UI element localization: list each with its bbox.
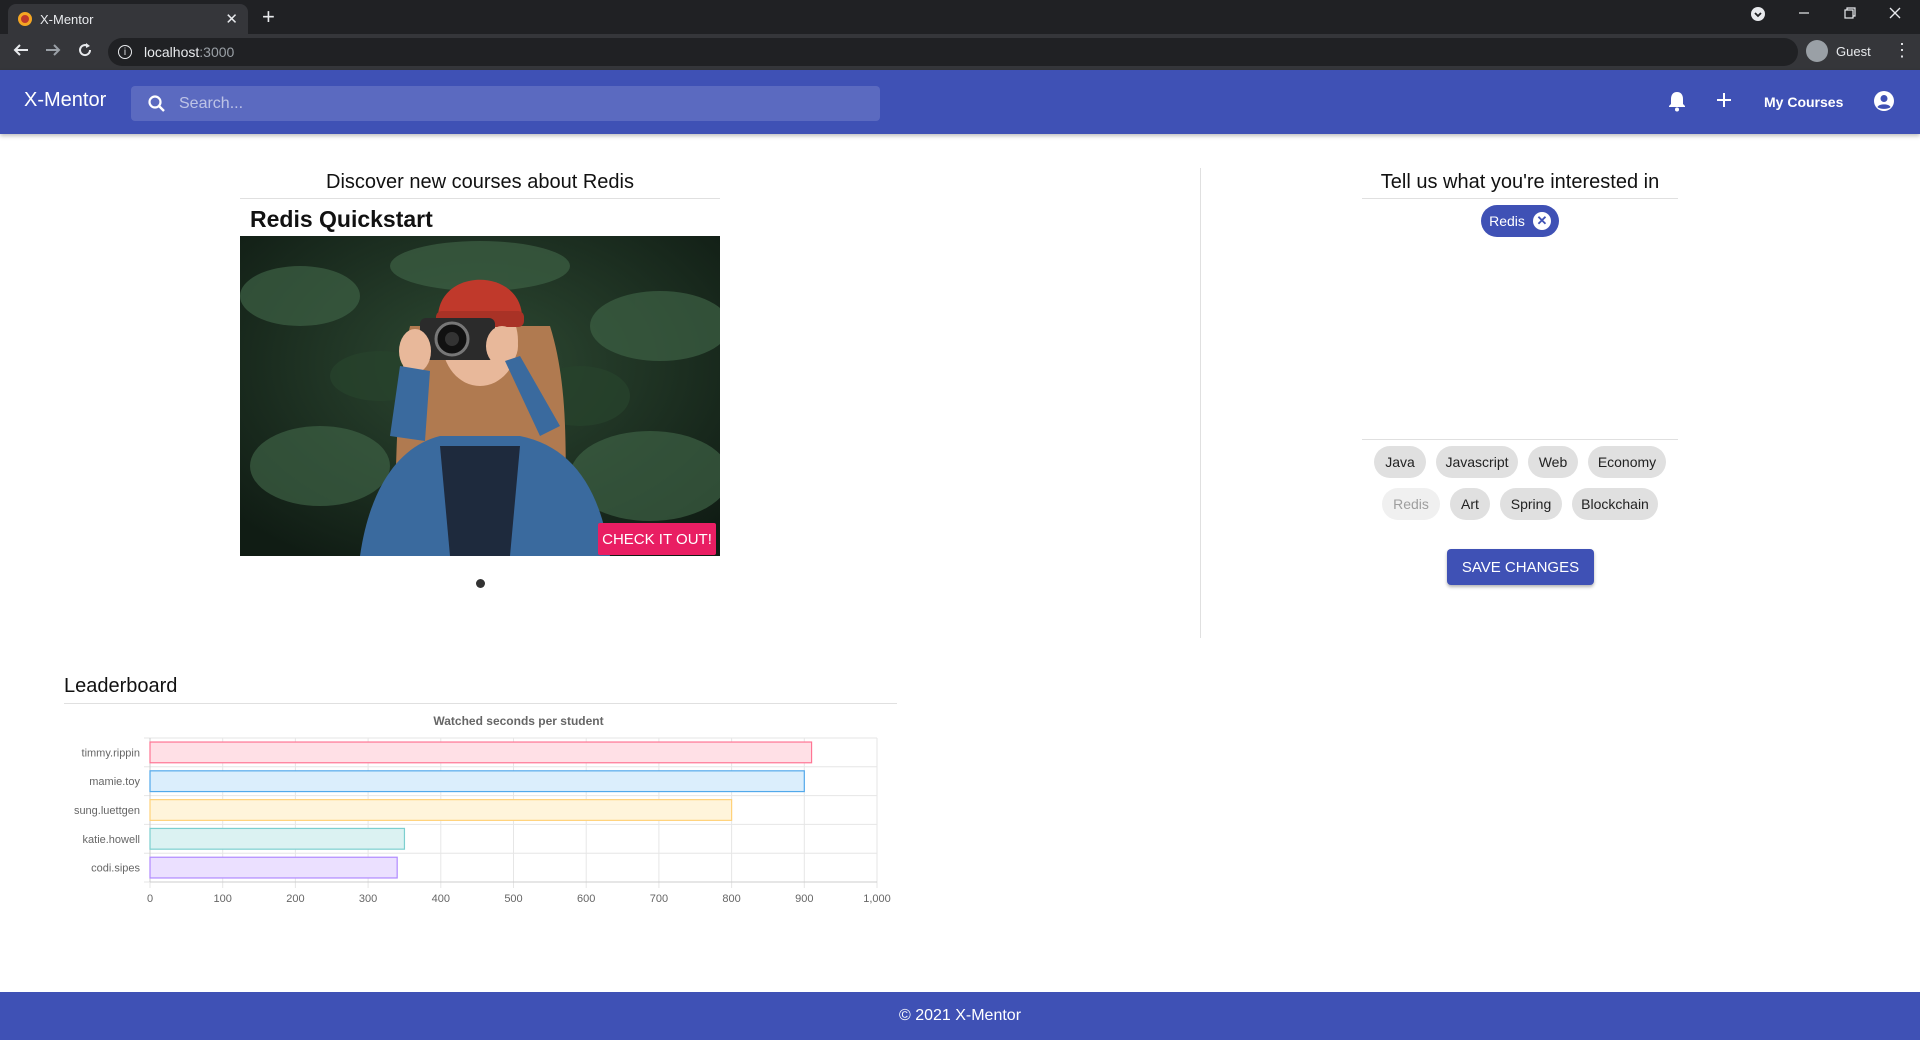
- section-vertical-divider: [1200, 168, 1201, 638]
- chart-y-tick-label: timmy.rippin: [82, 747, 140, 759]
- chart-bar-sung.luettgen: [149, 799, 733, 821]
- interests-divider: [1362, 198, 1678, 199]
- notifications-bell-icon[interactable]: [1667, 90, 1687, 118]
- my-courses-button[interactable]: My Courses: [1764, 94, 1843, 110]
- interest-option-spring[interactable]: Spring: [1500, 488, 1562, 520]
- tab-close-icon[interactable]: ✕: [225, 10, 238, 28]
- chart-x-tick-label: 800: [722, 893, 740, 905]
- app-header: X-Mentor Search... My Courses: [0, 70, 1920, 134]
- reload-icon[interactable]: [76, 41, 94, 64]
- interest-option-economy[interactable]: Economy: [1588, 446, 1666, 478]
- add-course-icon[interactable]: [1714, 90, 1734, 116]
- chart-x-tick-label: 1,000: [863, 893, 891, 905]
- chart-x-tick-label: 400: [432, 893, 450, 905]
- chart-title: Watched seconds per student: [433, 714, 603, 728]
- discover-divider: [240, 198, 720, 199]
- browser-menu-icon[interactable]: ⋮: [1893, 40, 1911, 61]
- browser-tab-strip: X-Mentor ✕ +: [0, 0, 1920, 34]
- tab-title: X-Mentor: [40, 11, 94, 27]
- profile-avatar-icon: [1806, 40, 1828, 62]
- minimize-icon[interactable]: [1797, 6, 1811, 24]
- search-input[interactable]: Search...: [131, 86, 880, 121]
- profile-label: Guest: [1836, 43, 1871, 59]
- discover-title: Discover new courses about Redis: [326, 171, 634, 193]
- remove-chip-icon[interactable]: ✕: [1532, 212, 1551, 230]
- footer: © 2021 X-Mentor: [0, 992, 1920, 1040]
- interest-option-art[interactable]: Art: [1450, 488, 1490, 520]
- back-arrow-icon[interactable]: [12, 41, 30, 64]
- search-icon: [148, 94, 165, 112]
- chart-y-tick-label: mamie.toy: [89, 776, 140, 788]
- chart-x-tick-label: 100: [214, 893, 232, 905]
- profile-button[interactable]: Guest: [1806, 40, 1871, 62]
- course-cover-image[interactable]: [240, 236, 720, 556]
- site-favicon-icon: [18, 12, 32, 26]
- leaderboard-divider: [64, 703, 897, 704]
- chart-x-tick-label: 200: [286, 893, 304, 905]
- footer-copyright: © 2021 X-Mentor: [898, 1007, 1022, 1024]
- chart-bar-codi.sipes: [149, 856, 398, 879]
- browser-toolbar: i localhost:3000 Guest ⋮: [0, 34, 1920, 70]
- leaderboard-chart: Watched seconds per student 0 100 200 300 400…: [74, 714, 891, 905]
- selected-chip-redis[interactable]: Redis ✕: [1481, 205, 1559, 237]
- chart-bar-katie.howell: [149, 827, 406, 850]
- tab-search-icon[interactable]: [1750, 6, 1766, 26]
- chart-x-tick-label: 300: [359, 893, 377, 905]
- chart-y-tick-label: codi.sipes: [91, 863, 140, 875]
- browser-tab[interactable]: X-Mentor ✕: [8, 4, 248, 34]
- chart-bar-timmy.rippin: [149, 741, 813, 764]
- interest-option-blockchain[interactable]: Blockchain: [1572, 488, 1658, 520]
- chart-x-tick-label: 0: [147, 893, 153, 905]
- selected-chip-label: Redis: [1489, 213, 1525, 229]
- course-title[interactable]: Redis Quickstart: [250, 206, 433, 233]
- account-circle-icon[interactable]: [1873, 90, 1895, 118]
- address-bar[interactable]: i localhost:3000: [108, 38, 1798, 66]
- save-changes-button[interactable]: SAVE CHANGES: [1447, 549, 1594, 585]
- search-placeholder: Search...: [179, 94, 244, 112]
- site-info-icon[interactable]: i: [118, 45, 132, 59]
- interests-title: Tell us what you're interested in: [1380, 171, 1660, 193]
- interests-options-divider: [1362, 439, 1678, 440]
- interest-option-java[interactable]: Java: [1374, 446, 1426, 478]
- chart-x-tick-label: 900: [795, 893, 813, 905]
- interest-option-javascript[interactable]: Javascript: [1436, 446, 1518, 478]
- brand-logo-text[interactable]: X-Mentor: [24, 89, 106, 112]
- chart-y-tick-label: katie.howell: [83, 834, 140, 846]
- chart-y-tick-label: sung.luettgen: [74, 805, 140, 817]
- url-port: :3000: [199, 44, 235, 60]
- carousel-dot-indicator[interactable]: [476, 579, 485, 588]
- new-tab-icon[interactable]: +: [262, 4, 275, 30]
- leaderboard-title: Leaderboard: [64, 675, 178, 697]
- forward-arrow-icon[interactable]: [44, 41, 62, 64]
- interest-option-web[interactable]: Web: [1528, 446, 1578, 478]
- chart-bar-mamie.toy: [149, 770, 805, 793]
- url-host: localhost: [144, 44, 200, 60]
- chart-x-tick-label: 500: [504, 893, 522, 905]
- chart-x-tick-label: 600: [577, 893, 595, 905]
- restore-icon[interactable]: [1843, 6, 1857, 24]
- chart-x-tick-label: 700: [650, 893, 668, 905]
- check-it-out-button[interactable]: CHECK IT OUT!: [598, 523, 716, 555]
- interest-option-redis: Redis: [1382, 488, 1440, 520]
- close-window-icon[interactable]: [1888, 6, 1902, 24]
